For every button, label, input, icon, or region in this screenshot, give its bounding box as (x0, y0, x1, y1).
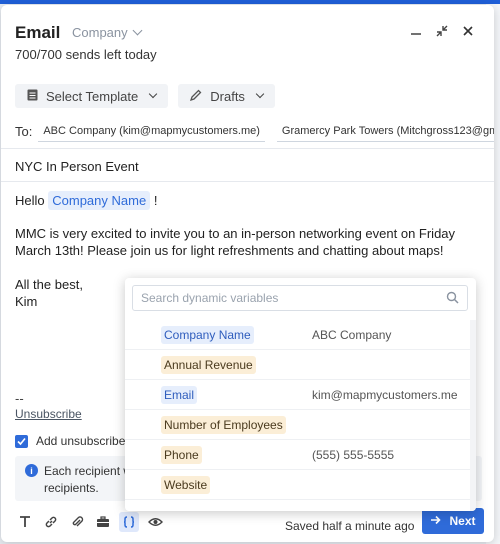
save-status: Saved half a minute ago (285, 519, 415, 533)
close-icon[interactable] (462, 23, 474, 39)
unsubscribe-option-label: Add unsubscribe lir (36, 434, 139, 448)
closing-line: All the best, (15, 277, 83, 292)
collapse-icon[interactable] (436, 23, 448, 39)
divider (1, 148, 494, 149)
variable-tag: Phone (161, 446, 202, 464)
attachment-icon[interactable] (67, 512, 87, 532)
drafts-button[interactable]: Drafts (178, 84, 275, 108)
unsubscribe-option[interactable]: Add unsubscribe lir (15, 434, 138, 448)
variable-tag: Annual Revenue (161, 356, 256, 374)
preview-eye-icon[interactable] (145, 512, 165, 532)
greeting-suffix: ! (153, 193, 158, 208)
editor-toolbar (15, 512, 165, 532)
search-icon (446, 291, 459, 309)
template-icon (27, 89, 38, 104)
signature-separator: -- (15, 391, 24, 406)
recipient-chip[interactable]: Gramercy Park Towers (Mitchgross123@gmai… (276, 121, 494, 142)
divider (1, 181, 494, 182)
chevron-down-icon (132, 25, 143, 36)
next-button[interactable]: Next (422, 508, 484, 534)
recipients-row: To: ABC Company (kim@mapmycustomers.me) … (15, 117, 494, 145)
dynamic-variables-dropdown: Company Name ABC Company Annual Revenue … (125, 278, 476, 511)
dropdown-scrollbar[interactable] (470, 320, 476, 511)
sends-remaining: 700/700 sends left today (15, 47, 157, 62)
greeting-line: Hello Company Name ! (15, 191, 157, 210)
dynamic-variable-item[interactable]: Phone (555) 555-5555 (125, 440, 476, 470)
drafts-label: Drafts (210, 88, 245, 104)
select-template-label: Select Template (46, 88, 139, 104)
minimize-icon[interactable] (410, 23, 422, 39)
to-label: To: (15, 123, 33, 139)
modal-title: Email (15, 23, 61, 42)
variable-tag: Number of Employees (161, 416, 286, 434)
template-toolbar: Select Template Drafts (15, 84, 275, 108)
link-icon[interactable] (41, 512, 61, 532)
dynamic-variable-item[interactable]: Annual Revenue (125, 350, 476, 380)
company-select-label: Company (72, 25, 128, 40)
select-template-button[interactable]: Select Template (15, 84, 169, 108)
email-modal: Email Company 700/700 sends left today S… (1, 5, 494, 542)
background-top-bar (0, 0, 500, 4)
dynamic-variable-tag[interactable]: Company Name (48, 191, 151, 210)
window-controls (410, 23, 474, 39)
company-select[interactable]: Company (72, 25, 143, 40)
chevron-down-icon (149, 89, 158, 99)
signature-name: Kim (15, 294, 38, 309)
variable-tag: Email (161, 386, 198, 404)
variable-value: kim@mapmycustomers.me (312, 388, 458, 402)
dynamic-variable-item[interactable]: Email kim@mapmycustomers.me (125, 380, 476, 410)
greeting-prefix: Hello (15, 193, 45, 208)
checkbox-checked-icon[interactable] (15, 434, 28, 448)
variable-tag: Website (161, 476, 211, 494)
dynamic-variable-item[interactable]: Website (125, 470, 476, 500)
arrow-right-icon (430, 514, 442, 528)
chevron-down-icon (255, 89, 265, 99)
dynamic-variables-search-input[interactable] (133, 286, 423, 310)
dynamic-variables-icon[interactable] (119, 512, 139, 532)
body-paragraph: MMC is very excited to invite you to an … (15, 226, 456, 258)
next-label: Next (449, 514, 476, 528)
recipient-chip[interactable]: ABC Company (kim@mapmycustomers.me) (38, 121, 265, 142)
info-icon: i (25, 464, 38, 477)
briefcase-icon[interactable] (93, 512, 113, 532)
dynamic-variable-item[interactable]: Number of Employees (125, 410, 476, 440)
variable-value: ABC Company (312, 328, 392, 342)
unsubscribe-link[interactable]: Unsubscribe (15, 407, 82, 421)
dynamic-variable-item[interactable]: Company Name ABC Company (125, 320, 476, 350)
dynamic-variables-search (132, 285, 468, 311)
variable-tag: Company Name (161, 326, 254, 344)
variable-value: (555) 555-5555 (312, 448, 395, 462)
dynamic-variables-list: Company Name ABC Company Annual Revenue … (125, 320, 476, 500)
subject-field[interactable]: NYC In Person Event (15, 159, 139, 174)
pencil-icon (190, 89, 202, 104)
text-format-icon[interactable] (15, 512, 35, 532)
